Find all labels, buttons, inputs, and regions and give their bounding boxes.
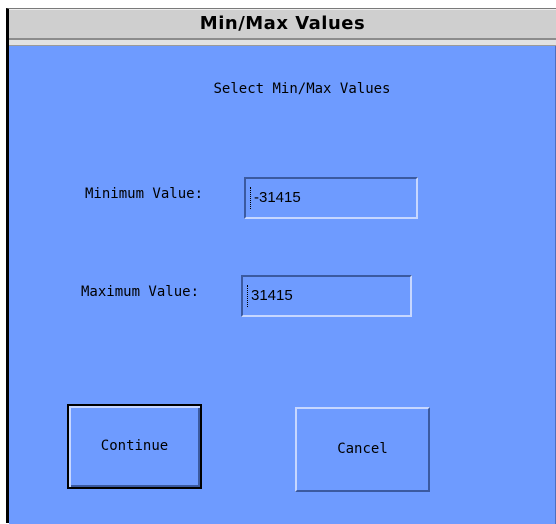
cancel-button[interactable]: Cancel [295,407,430,492]
continue-button[interactable]: Continue [67,404,202,489]
window-title: Min/Max Values [199,13,366,34]
minimum-value-label: Minimum Value: [85,186,204,202]
text-cursor [247,285,249,307]
title-bar[interactable]: Min/Max Values [9,9,556,40]
maximum-value-field[interactable]: 31415 [241,275,412,317]
text-cursor [250,187,252,209]
minimum-value-field[interactable]: -31415 [244,177,418,219]
maximum-value-text: 31415 [251,287,293,304]
minimum-value-text: -31415 [254,189,301,206]
dialog-content: Select Min/Max Values Minimum Value: -31… [9,46,556,524]
maximum-value-label: Maximum Value: [81,284,200,300]
min-max-dialog-window: Min/Max Values Select Min/Max Values Min… [6,8,556,524]
dialog-heading: Select Min/Max Values [213,81,391,97]
